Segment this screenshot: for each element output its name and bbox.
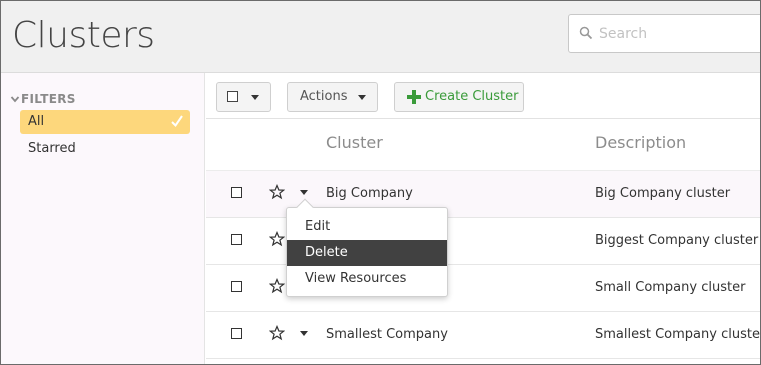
- table-row[interactable]: Smallest Company Smallest Company cluste…: [206, 312, 761, 359]
- actions-button-label: Actions: [300, 89, 348, 104]
- menu-item-edit[interactable]: Edit: [287, 214, 447, 240]
- page-header: Clusters: [1, 1, 760, 73]
- caret-down-icon: [251, 95, 259, 100]
- chevron-down-icon: [10, 96, 20, 103]
- row-checkbox[interactable]: [231, 328, 242, 339]
- cluster-name[interactable]: Smallest Company: [326, 327, 448, 342]
- filters-sidebar: FILTERS All Starred: [1, 73, 205, 364]
- row-checkbox[interactable]: [231, 234, 242, 245]
- caret-down-icon: [358, 95, 366, 100]
- filter-item-all[interactable]: All: [20, 110, 190, 134]
- create-cluster-label: Create Cluster: [425, 89, 519, 104]
- row-menu-caret-icon[interactable]: [300, 190, 308, 195]
- filters-heading-label: FILTERS: [21, 92, 76, 106]
- cluster-description: Small Company cluster: [595, 280, 746, 295]
- cluster-name[interactable]: Big Company: [326, 186, 413, 201]
- cluster-description: Big Company cluster: [595, 186, 731, 201]
- plus-icon: [407, 90, 421, 104]
- checkmark-icon: [171, 115, 183, 128]
- search-box[interactable]: [568, 14, 760, 53]
- row-checkbox[interactable]: [231, 281, 242, 292]
- row-actions-menu: Edit Delete View Resources: [286, 198, 448, 297]
- cluster-description: Biggest Company cluster: [595, 233, 759, 248]
- column-header-cluster[interactable]: Cluster: [326, 133, 383, 152]
- star-icon[interactable]: [269, 325, 285, 341]
- star-icon[interactable]: [269, 184, 285, 200]
- search-input[interactable]: [599, 23, 759, 45]
- table-header: Cluster Description: [206, 119, 760, 171]
- search-icon: [579, 26, 593, 40]
- table-toolbar: Actions Create Cluster: [206, 73, 760, 119]
- page-title: Clusters: [12, 15, 155, 56]
- column-header-description[interactable]: Description: [595, 133, 686, 152]
- filter-item-starred[interactable]: Starred: [20, 137, 190, 161]
- row-checkbox[interactable]: [231, 187, 242, 198]
- filter-item-label: All: [28, 114, 45, 129]
- menu-item-view-resources[interactable]: View Resources: [287, 266, 447, 292]
- select-all-checkbox[interactable]: [227, 91, 238, 102]
- star-icon[interactable]: [269, 278, 285, 294]
- create-cluster-button[interactable]: Create Cluster: [394, 82, 524, 112]
- app-window: Clusters FILTERS All Starred: [0, 0, 761, 365]
- cluster-description: Smallest Company cluster: [595, 327, 761, 342]
- star-icon[interactable]: [269, 231, 285, 247]
- row-menu-caret-icon[interactable]: [300, 331, 308, 336]
- menu-item-delete[interactable]: Delete: [287, 240, 447, 266]
- filters-heading[interactable]: FILTERS: [10, 92, 76, 106]
- actions-button[interactable]: Actions: [287, 82, 378, 112]
- filter-item-label: Starred: [28, 141, 76, 156]
- bulk-select-button[interactable]: [216, 82, 271, 112]
